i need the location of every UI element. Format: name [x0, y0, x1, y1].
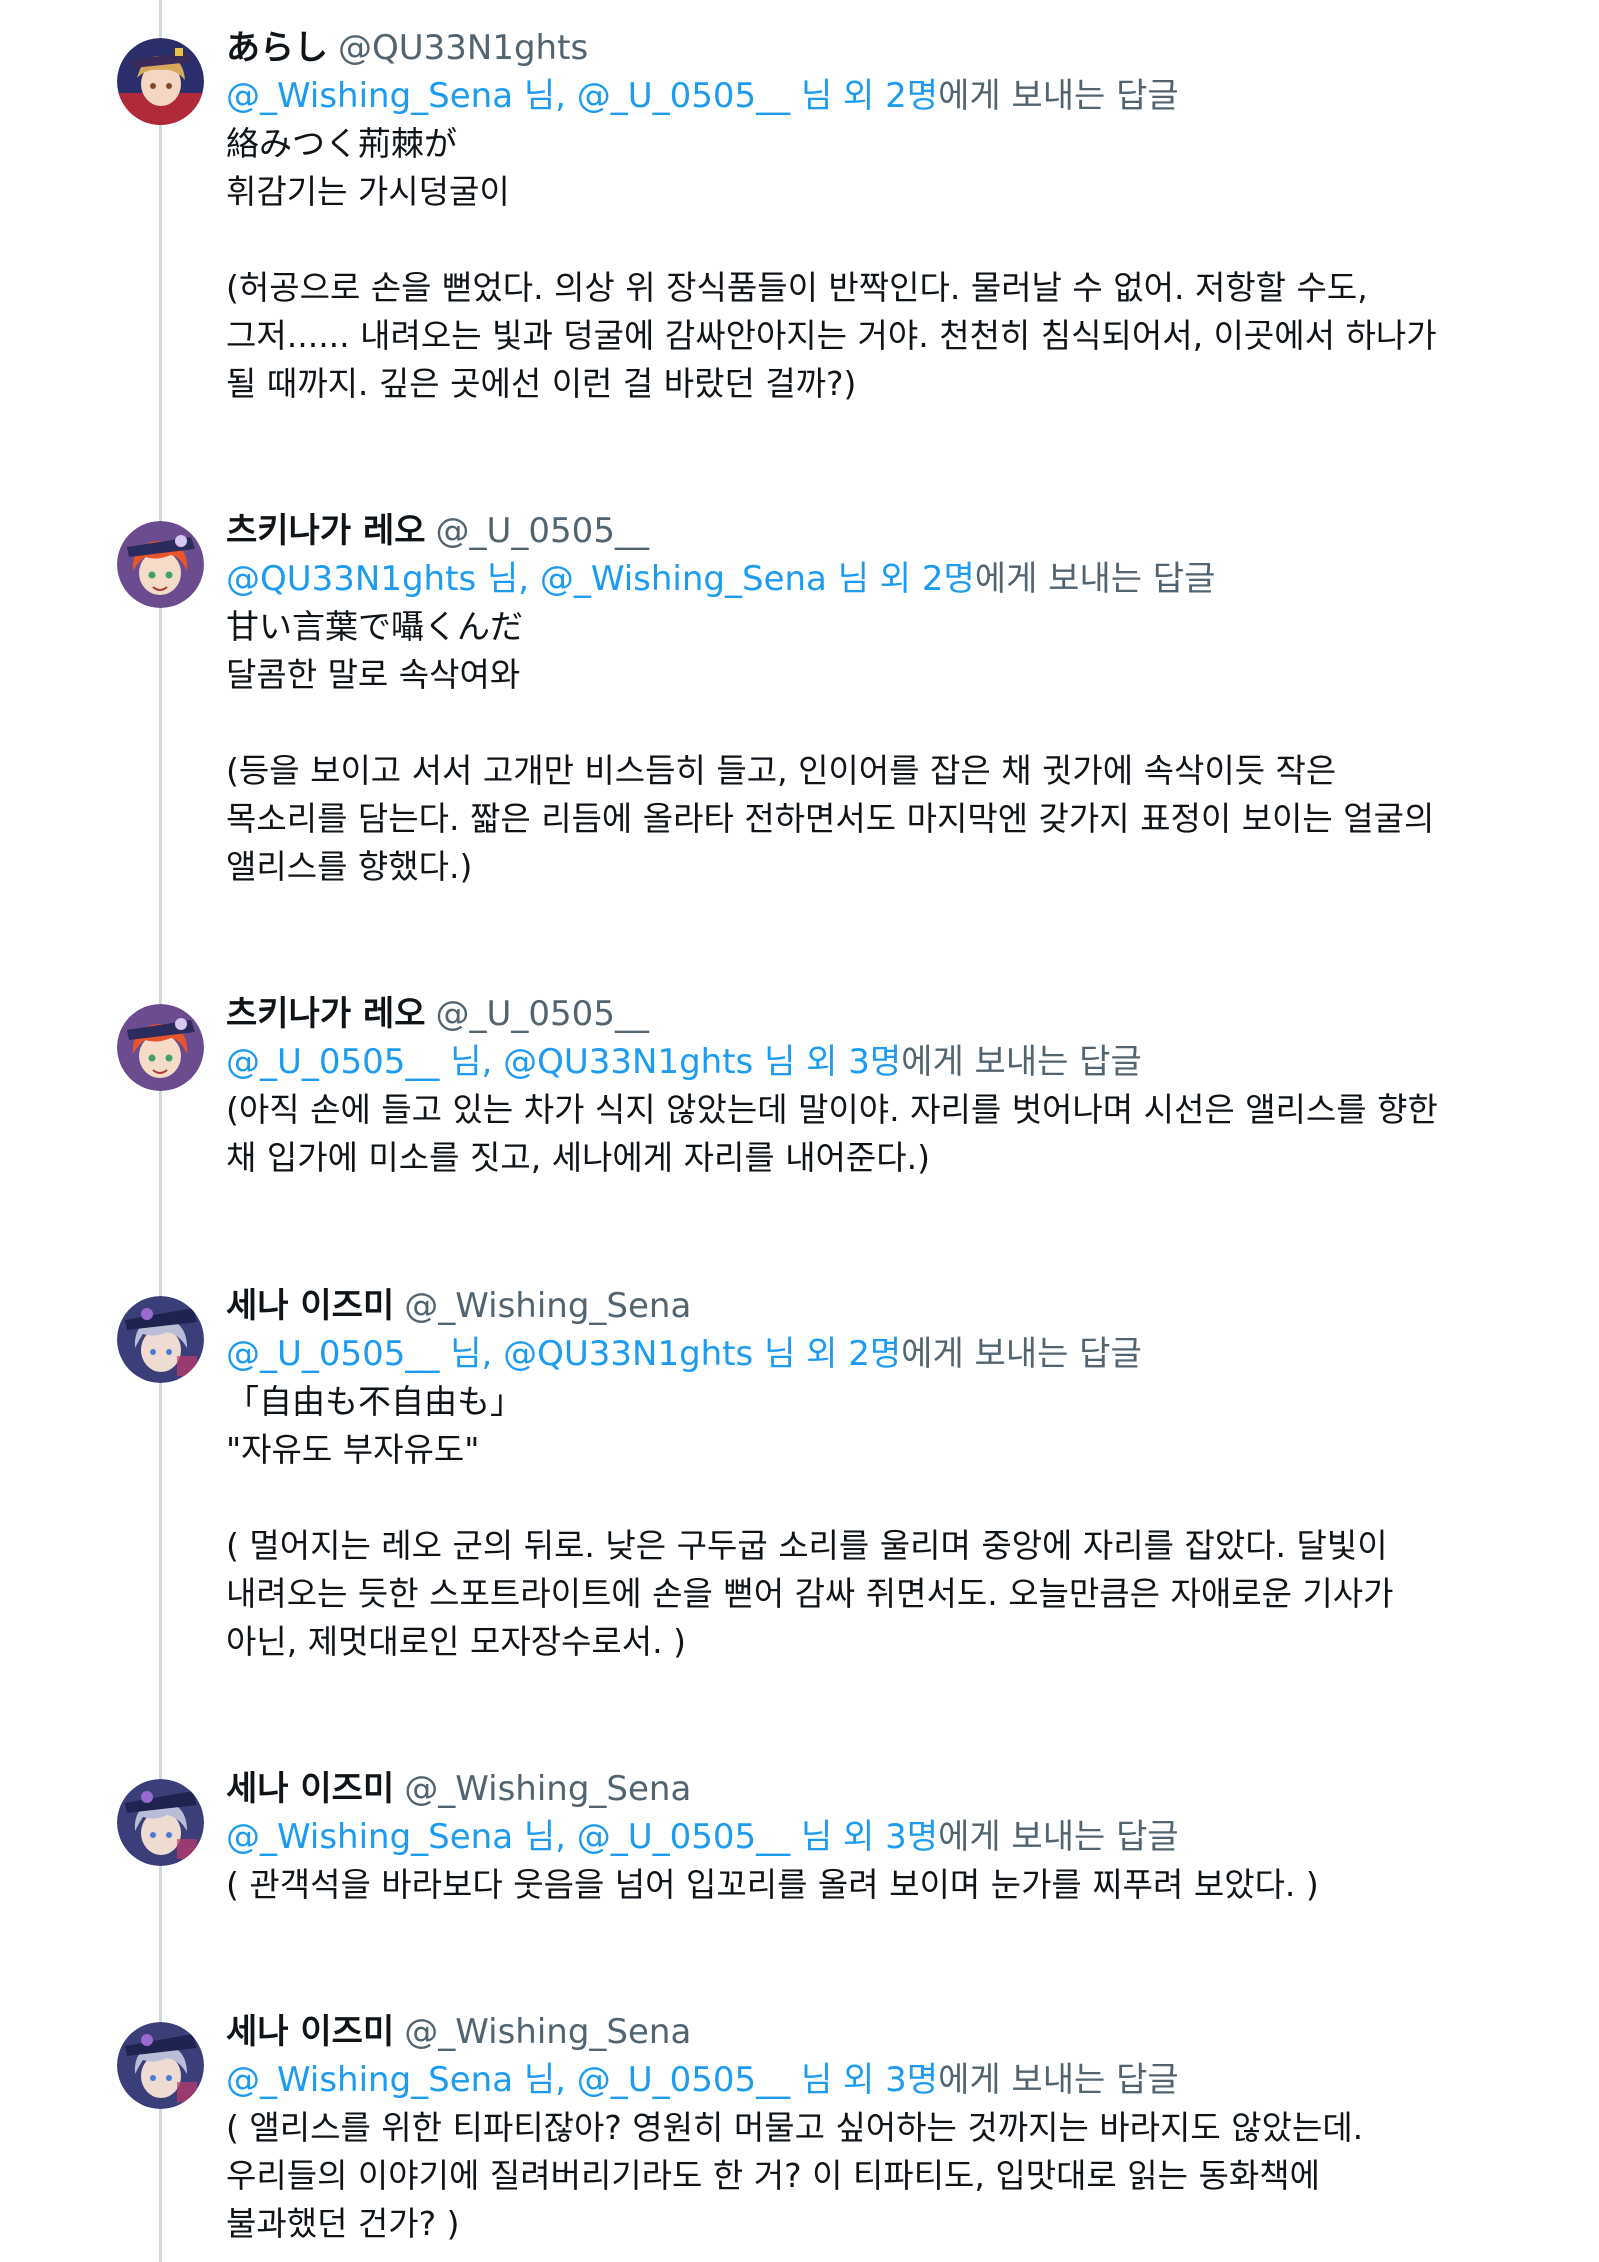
reply-mentions-link[interactable]: @QU33N1ghts 님, @_Wishing_Sena 님 외 2명 [226, 559, 975, 599]
avatar[interactable] [117, 2022, 204, 2109]
tweet-text-line: 「自由も不自由も」 [226, 1382, 523, 1421]
tweet-header: 세나 이즈미 @_Wishing_Sena [226, 1282, 1539, 1330]
reply-suffix: 에게 보내는 답글 [901, 1042, 1142, 1082]
reply-to-line: @_Wishing_Sena 님, @_U_0505__ 님 외 3명에게 보내… [226, 2056, 1539, 2104]
tweet-text: (아직 손에 들고 있는 차가 식지 않았는데 말이야. 자리를 벗어나며 시선… [226, 1086, 1539, 1182]
thread-connector-line [159, 0, 162, 2262]
tweet-text-line: 그저...... 내려오는 빛과 덩굴에 감싸안아지는 거야. 천천히 침식되어… [226, 316, 1437, 355]
tweet-text-blank-line [226, 699, 1539, 747]
avatar-dark-hair-icon [117, 1296, 204, 1383]
avatar[interactable] [117, 1004, 204, 1091]
tweet-header: 세나 이즈미 @_Wishing_Sena [226, 1765, 1539, 1813]
tweet-text-line: 아닌, 제멋대로인 모자장수로서. ) [226, 1622, 687, 1661]
user-handle[interactable]: @QU33N1ghts [338, 28, 588, 68]
user-handle[interactable]: @_U_0505__ [436, 511, 649, 551]
reply-to-line: @_U_0505__ 님, @QU33N1ghts 님 외 2명에게 보내는 답… [226, 1330, 1539, 1378]
tweet-text-line: 甘い言葉で囁くんだ [226, 607, 523, 646]
tweet-text-blank-line [226, 1474, 1539, 1522]
user-handle[interactable]: @_Wishing_Sena [404, 1769, 691, 1809]
display-name[interactable]: 세나 이즈미 [226, 2012, 394, 2052]
reply-mentions-link[interactable]: @_Wishing_Sena 님, @_U_0505__ 님 외 3명 [226, 2060, 938, 2100]
tweet-header: 세나 이즈미 @_Wishing_Sena [226, 2008, 1539, 2056]
tweet-text-line: 될 때까지. 깊은 곳에선 이런 걸 바랐던 걸까?) [226, 364, 857, 403]
tweet-text: ( 앨리스를 위한 티파티잖아? 영원히 머물고 싶어하는 것까지는 바라지도 … [226, 2104, 1539, 2248]
tweet-text-line: 앨리스를 향했다.) [226, 847, 473, 886]
avatar[interactable] [117, 1779, 204, 1866]
tweet-header: 츠키나가 레오 @_U_0505__ [226, 990, 1539, 1038]
display-name[interactable]: 츠키나가 레오 [226, 511, 426, 551]
tweet-text-line: 휘감기는 가시덩굴이 [226, 172, 510, 211]
tweet-text: 絡みつく荊棘が 휘감기는 가시덩굴이 (허공으로 손을 뻗었다. 의상 위 장식… [226, 120, 1539, 408]
reply-to-line: @_Wishing_Sena 님, @_U_0505__ 님 외 2명에게 보내… [226, 72, 1539, 120]
user-handle[interactable]: @_U_0505__ [436, 994, 649, 1034]
reply-to-line: @QU33N1ghts 님, @_Wishing_Sena 님 외 2명에게 보… [226, 555, 1539, 603]
tweet-text-line: 내려오는 듯한 스포트라이트에 손을 뻗어 감싸 쥐면서도. 오늘만큼은 자애로… [226, 1574, 1394, 1613]
tweet-text-line: 우리들의 이야기에 질려버리기라도 한 거? 이 티파티도, 입맛대로 읽는 동… [226, 2156, 1320, 2195]
reply-to-line: @_U_0505__ 님, @QU33N1ghts 님 외 3명에게 보내는 답… [226, 1038, 1539, 1086]
tweet-text-line: ( 앨리스를 위한 티파티잖아? 영원히 머물고 싶어하는 것까지는 바라지도 … [226, 2108, 1364, 2147]
tweet-text: 甘い言葉で囁くんだ 달콤한 말로 속삭여와 (등을 보이고 서서 고개만 비스듬… [226, 603, 1539, 891]
reply-mentions-link[interactable]: @_Wishing_Sena 님, @_U_0505__ 님 외 2명 [226, 76, 938, 116]
avatar-orange-hair-icon [117, 1004, 204, 1091]
reply-mentions-link[interactable]: @_Wishing_Sena 님, @_U_0505__ 님 외 3명 [226, 1817, 938, 1857]
display-name[interactable]: あらし [226, 28, 328, 68]
tweet-text-blank-line [226, 216, 1539, 264]
reply-suffix: 에게 보내는 답글 [938, 2060, 1179, 2100]
reply-mentions-link[interactable]: @_U_0505__ 님, @QU33N1ghts 님 외 3명 [226, 1042, 901, 1082]
tweet-header: あらし @QU33N1ghts [226, 24, 1539, 72]
tweet-text-line: ( 멀어지는 레오 군의 뒤로. 낮은 구두굽 소리를 울리며 중앙에 자리를 … [226, 1526, 1388, 1565]
tweet-text-line: "자유도 부자유도" [226, 1430, 480, 1469]
display-name[interactable]: 츠키나가 레오 [226, 994, 426, 1034]
tweet-text-line: (허공으로 손을 뻗었다. 의상 위 장식품들이 반짝인다. 물러날 수 없어.… [226, 268, 1368, 307]
avatar-orange-hair-icon [117, 521, 204, 608]
display-name[interactable]: 세나 이즈미 [226, 1286, 394, 1326]
avatar[interactable] [117, 38, 204, 125]
tweet-text-line: (아직 손에 들고 있는 차가 식지 않았는데 말이야. 자리를 벗어나며 시선… [226, 1090, 1438, 1129]
avatar-dark-hair-icon [117, 1779, 204, 1866]
tweet-text-line: 絡みつく荊棘が [226, 124, 457, 163]
tweet-text-line: 목소리를 담는다. 짧은 리듬에 올라타 전하면서도 마지막엔 갖가지 표정이 … [226, 799, 1435, 838]
avatar[interactable] [117, 521, 204, 608]
tweet-text: 「自由も不自由も」 "자유도 부자유도" ( 멀어지는 레오 군의 뒤로. 낮은… [226, 1378, 1539, 1666]
display-name[interactable]: 세나 이즈미 [226, 1769, 394, 1809]
reply-to-line: @_Wishing_Sena 님, @_U_0505__ 님 외 3명에게 보내… [226, 1813, 1539, 1861]
avatar[interactable] [117, 1296, 204, 1383]
reply-suffix: 에게 보내는 답글 [938, 76, 1179, 116]
reply-suffix: 에게 보내는 답글 [974, 559, 1216, 599]
avatar-blonde-hat-icon [117, 38, 204, 125]
tweet-text-line: 채 입가에 미소를 짓고, 세나에게 자리를 내어준다.) [226, 1138, 930, 1177]
tweet-text-line: (등을 보이고 서서 고개만 비스듬히 들고, 인이어를 잡은 채 귓가에 속삭… [226, 751, 1337, 790]
avatar-dark-hair-icon [117, 2022, 204, 2109]
tweet-text-line: ( 관객석을 바라보다 웃음을 넘어 입꼬리를 올려 보이며 눈가를 찌푸려 보… [226, 1865, 1319, 1904]
user-handle[interactable]: @_Wishing_Sena [404, 1286, 691, 1326]
tweet-header: 츠키나가 레오 @_U_0505__ [226, 507, 1539, 555]
tweet-text: ( 관객석을 바라보다 웃음을 넘어 입꼬리를 올려 보이며 눈가를 찌푸려 보… [226, 1861, 1539, 1909]
tweet-text-line: 불과했던 건가? ) [226, 2204, 460, 2243]
reply-suffix: 에게 보내는 답글 [938, 1817, 1179, 1857]
reply-mentions-link[interactable]: @_U_0505__ 님, @QU33N1ghts 님 외 2명 [226, 1334, 901, 1374]
tweet-text-line: 달콤한 말로 속삭여와 [226, 655, 521, 694]
reply-suffix: 에게 보내는 답글 [901, 1334, 1142, 1374]
user-handle[interactable]: @_Wishing_Sena [404, 2012, 691, 2052]
